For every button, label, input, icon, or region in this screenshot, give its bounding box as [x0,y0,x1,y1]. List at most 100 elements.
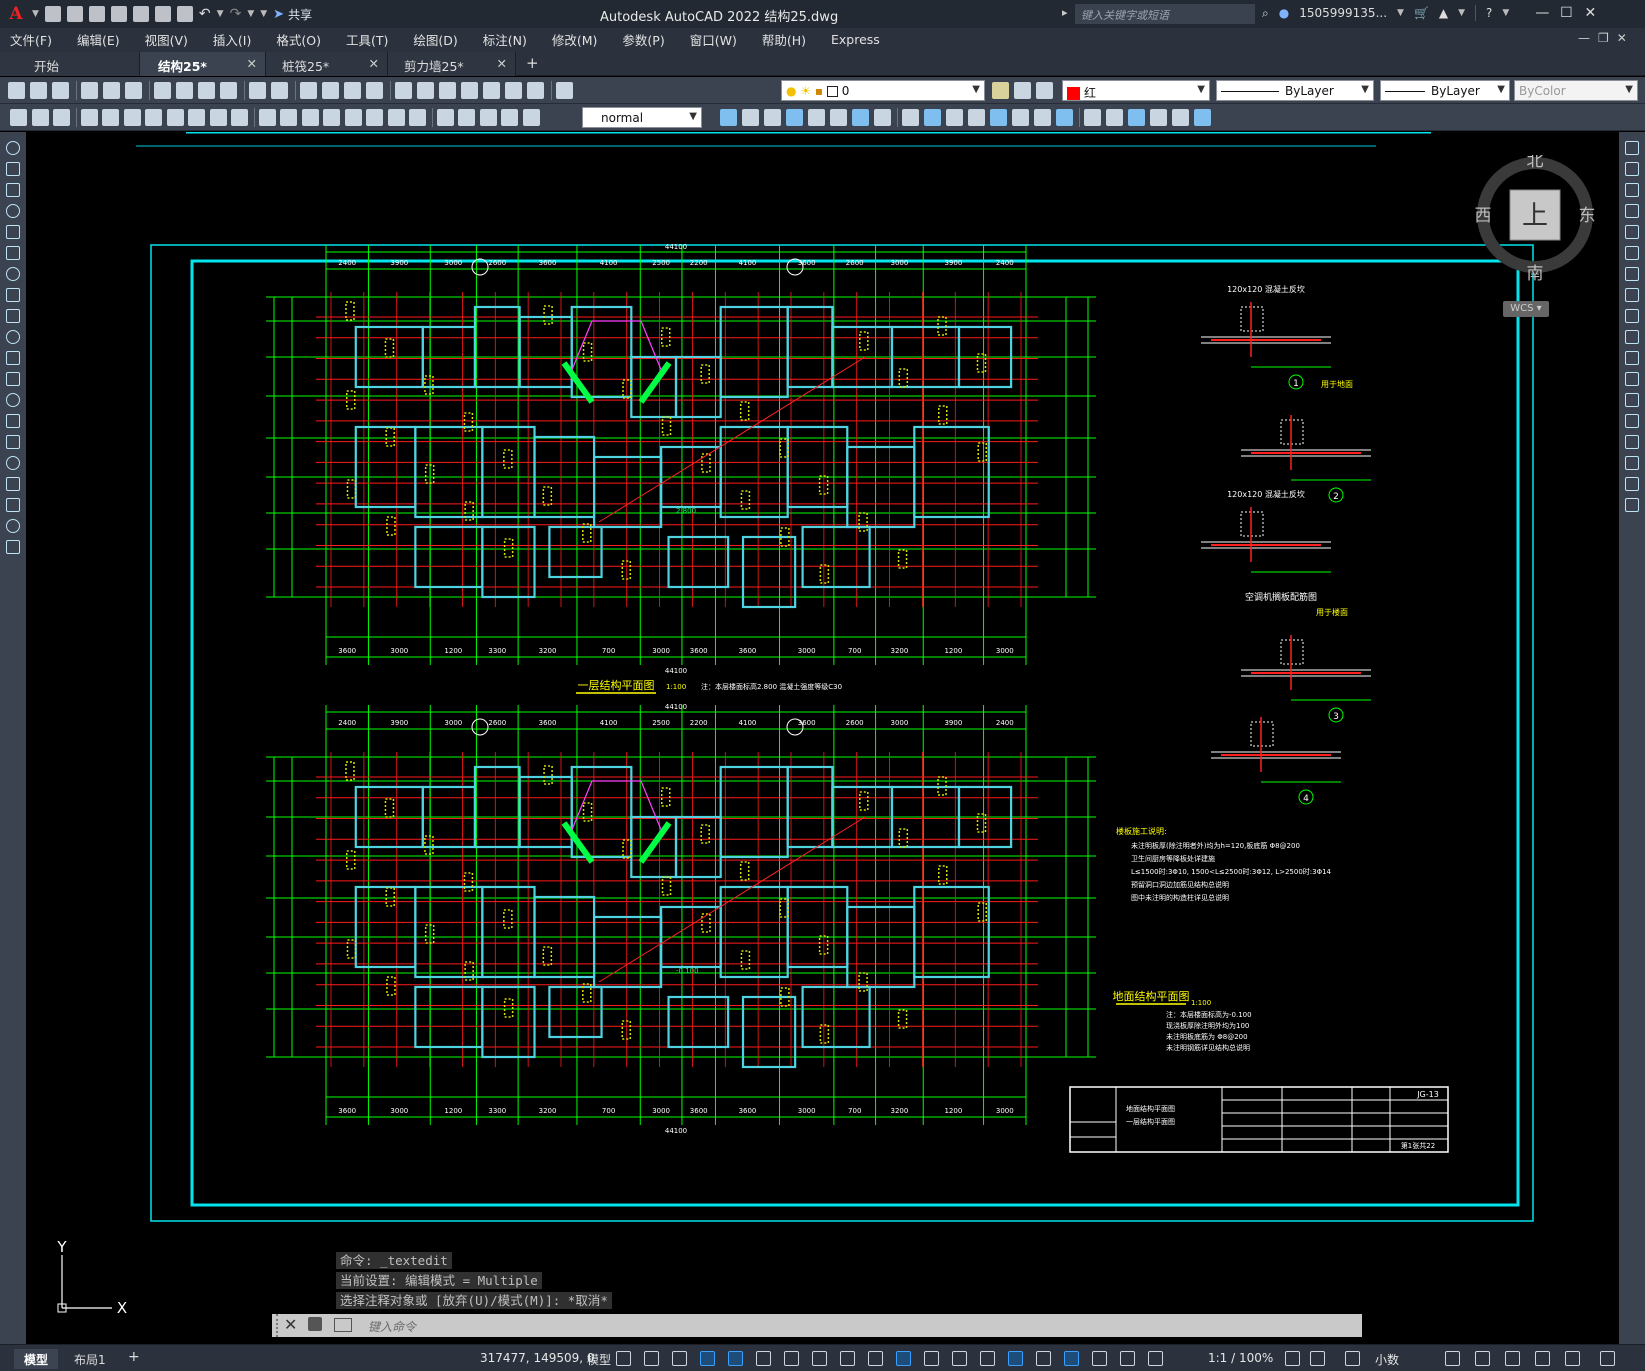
isodraft-icon[interactable] [756,1351,771,1366]
compass-east[interactable]: 东 [1579,206,1596,226]
scale-icon[interactable] [1625,288,1639,302]
modify-tool-icon[interactable] [808,109,825,126]
line-icon[interactable] [6,141,20,155]
hardware-acceleration-icon[interactable] [1535,1351,1550,1366]
app-menu-caret-icon[interactable]: ▼ [32,9,39,19]
open-icon[interactable] [30,82,47,99]
break-at-point-icon[interactable] [1625,372,1639,386]
rotate-icon[interactable] [1625,267,1639,281]
dynamic-ucs-2-icon[interactable] [1008,1351,1023,1366]
doc-restore-icon[interactable]: ❐ [1598,31,1609,45]
dimension-tool-icon[interactable] [209,109,227,126]
annotation-scale-icon[interactable] [1148,1351,1163,1366]
recent-commands-icon[interactable] [334,1318,352,1332]
layer-previous-icon[interactable] [1036,82,1053,99]
command-input[interactable]: 键入命令 [368,1318,416,1335]
app-menu-button[interactable]: A [6,4,26,24]
explode-icon[interactable] [1625,498,1639,512]
insert-block-icon[interactable] [6,372,20,386]
hatch-icon[interactable] [6,435,20,449]
menu-help[interactable]: 帮助(H) [762,30,806,49]
dimension-tool-icon[interactable] [123,109,141,126]
modify-tool-icon[interactable] [1034,109,1051,126]
workspace-icon[interactable] [1285,1351,1300,1366]
open-icon[interactable] [66,6,83,22]
text-style-dropdown[interactable]: normal ▼ [582,107,702,128]
menu-parameters[interactable]: 参数(P) [622,30,664,49]
drawing-viewport[interactable]: 2400 3900 3000 2600 3600 4100 2500 2200 4100 3600… [26,132,1619,1344]
markup-icon[interactable] [483,82,500,99]
new-icon[interactable] [8,82,25,99]
search-expand-icon[interactable]: ▸ [1062,6,1068,19]
tab-structure25[interactable]: 结构25* ✕ [140,52,266,76]
modify-tool-icon[interactable] [924,109,941,126]
design-center-icon[interactable] [417,82,434,99]
transparency-icon[interactable] [924,1351,939,1366]
publish-icon[interactable] [125,82,142,99]
menu-view[interactable]: 视图(V) [145,30,188,49]
dimension-tool-icon[interactable] [301,109,319,126]
dimension-tool-icon[interactable] [53,109,70,126]
dimension-tool-icon[interactable] [409,109,426,126]
zoom-window-icon[interactable] [344,82,361,99]
mtext-icon[interactable] [6,519,20,533]
user-name[interactable]: 1505999135... [1299,6,1387,20]
dimension-tool-icon[interactable] [501,109,518,126]
publish-icon[interactable] [132,6,149,22]
annotation-monitor-icon[interactable] [1310,1351,1325,1366]
selection-filter-icon[interactable] [1036,1351,1051,1366]
modify-tool-icon[interactable] [1150,109,1167,126]
layout-tab-layout1[interactable]: 布局1 [64,1349,116,1369]
layout-tab-model[interactable]: 模型 [14,1349,59,1369]
menu-draw[interactable]: 绘图(D) [413,30,457,49]
close-icon[interactable]: ✕ [1583,5,1597,21]
circle-icon[interactable] [6,267,20,281]
units-icon[interactable] [1345,1351,1360,1366]
tab-shearwall25[interactable]: 剪力墙25* ✕ [388,52,516,76]
modify-tool-icon[interactable] [1084,109,1101,126]
lineweight-icon[interactable] [896,1351,911,1366]
dimension-tool-icon[interactable] [323,109,340,126]
dimension-tool-icon[interactable] [80,109,98,126]
dimension-tool-icon[interactable] [366,109,383,126]
cart-icon[interactable]: 🛒 [1414,6,1429,20]
tool-palettes-icon[interactable] [439,82,456,99]
doc-close-icon[interactable]: ✕ [1617,31,1627,45]
isolate-objects-icon[interactable] [1505,1351,1520,1366]
save-icon[interactable] [88,6,105,22]
polygon-icon[interactable] [6,204,20,218]
move-icon[interactable] [1625,246,1639,260]
dimension-tool-icon[interactable] [145,109,162,126]
stretch-icon[interactable] [1625,309,1639,323]
fillet-icon[interactable] [1625,456,1639,470]
modify-tool-icon[interactable] [1056,109,1073,126]
undo-icon[interactable]: ↶ [199,6,211,22]
match-properties-icon[interactable] [220,82,237,99]
modify-tool-icon[interactable] [990,109,1007,126]
compass-south[interactable]: 南 [1527,264,1544,284]
ellipse-arc-icon[interactable] [6,351,20,365]
modify-tool-icon[interactable] [1012,109,1029,126]
tab-close-icon[interactable]: ✕ [247,56,257,71]
command-line[interactable]: ✕ 键入命令 [272,1314,1362,1337]
share-button[interactable]: ➤ 共享 [273,6,312,23]
layer-dropdown[interactable]: ● ☀ ▪ 0 ▼ [781,80,985,101]
pan-icon[interactable] [300,82,317,99]
polar-icon[interactable] [728,1351,743,1366]
dimension-tool-icon[interactable] [387,109,405,126]
units-setting[interactable]: 小数 [1375,1351,1399,1368]
new-tab-button[interactable]: + [516,52,556,76]
arc-icon[interactable] [6,246,20,260]
redo-icon[interactable] [271,82,288,99]
tab-start[interactable]: 开始 [0,52,140,76]
customize-wrench-icon[interactable] [308,1317,322,1331]
coordinates-readout[interactable]: 317477, 149509, 0 [480,1351,595,1365]
auto-scale-icon[interactable] [1120,1351,1135,1366]
close-icon[interactable]: ✕ [284,1315,297,1334]
dimension-tool-icon[interactable] [258,109,276,126]
model-space-toggle[interactable]: 模型 [587,1351,611,1368]
erase-icon[interactable] [1625,141,1639,155]
grid-icon[interactable] [616,1351,631,1366]
linetype-dropdown[interactable]: ByLayer ▼ [1216,80,1374,101]
mirror-icon[interactable] [1625,183,1639,197]
